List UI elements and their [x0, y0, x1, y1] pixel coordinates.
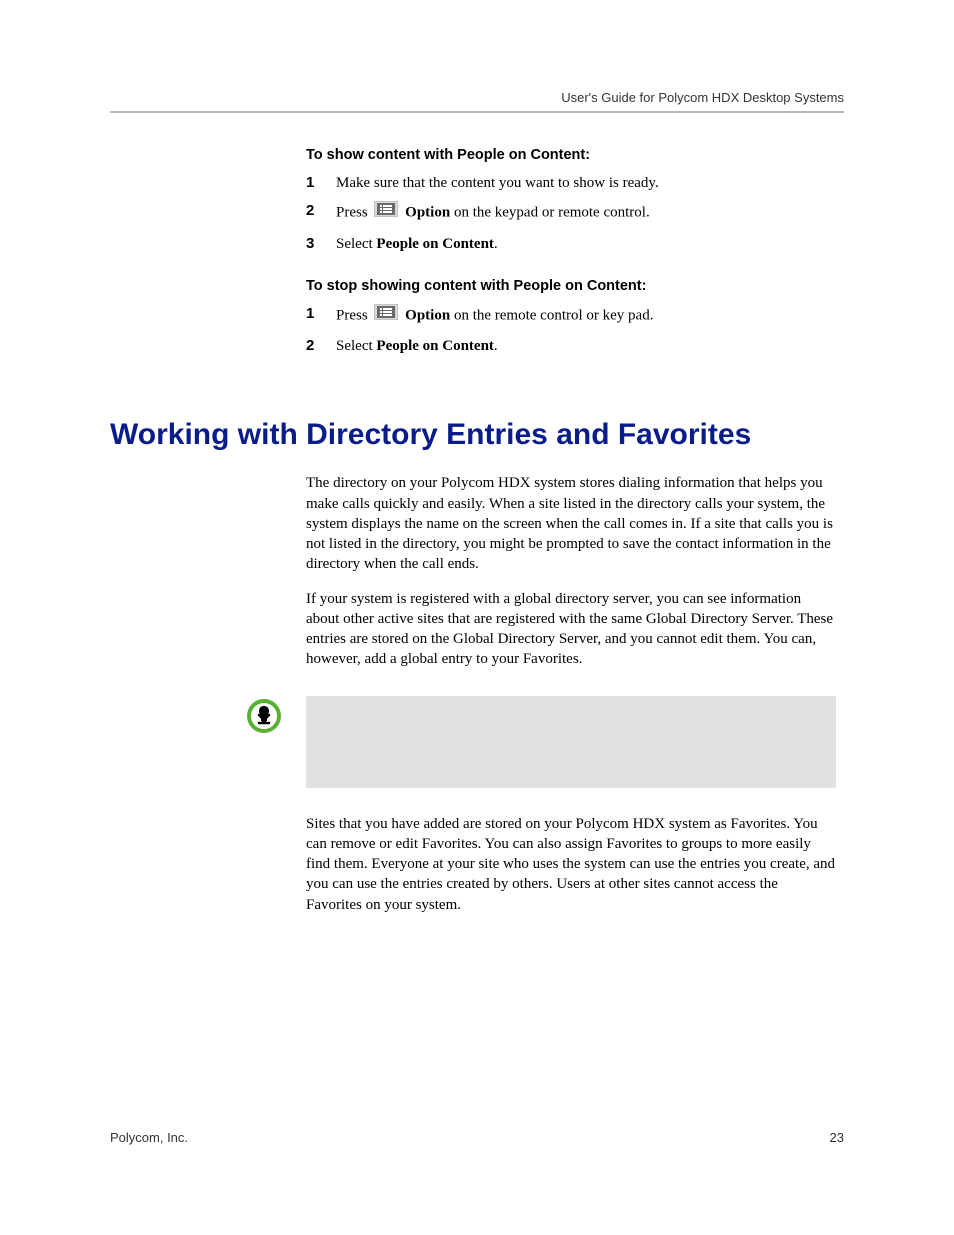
step-number: 1: [306, 173, 336, 193]
step: 1 Make sure that the content you want to…: [306, 173, 836, 193]
step-text: Press Option on the remote control or ke…: [336, 304, 836, 328]
step: 1 Press Option on the remote control or …: [306, 304, 836, 328]
procedure-title-2: To stop showing content with People on C…: [306, 278, 836, 294]
step: 3 Select People on Content.: [306, 234, 836, 254]
step-number: 2: [306, 201, 336, 225]
step-number: 2: [306, 336, 336, 356]
footer-company: Polycom, Inc.: [110, 1130, 188, 1145]
note-icon-cell: [246, 696, 306, 788]
steps-list-1: 1 Make sure that the content you want to…: [306, 173, 836, 254]
step-text: Press Option on the keypad or remote con…: [336, 201, 836, 225]
step-text: Select People on Content.: [336, 234, 836, 254]
step-text: Select People on Content.: [336, 336, 836, 356]
procedure-title-1: To show content with People on Content:: [306, 147, 836, 163]
doc-title: User's Guide for Polycom HDX Desktop Sys…: [561, 90, 844, 105]
document-page: User's Guide for Polycom HDX Desktop Sys…: [0, 0, 954, 1235]
page-footer: Polycom, Inc. 23: [110, 1130, 844, 1145]
option-icon: [374, 304, 398, 326]
step-text: Make sure that the content you want to s…: [336, 173, 836, 193]
main-content-2: The directory on your Polycom HDX system…: [306, 473, 836, 915]
section-heading: Working with Directory Entries and Favor…: [110, 418, 844, 451]
main-content: To show content with People on Content: …: [306, 147, 836, 356]
page-header: User's Guide for Polycom HDX Desktop Sys…: [110, 90, 844, 113]
tip-icon: [246, 721, 282, 738]
paragraph: Sites that you have added are stored on …: [306, 814, 836, 915]
option-icon: [374, 201, 398, 223]
note-content-box: [306, 696, 836, 788]
paragraph: The directory on your Polycom HDX system…: [306, 473, 836, 574]
step-number: 1: [306, 304, 336, 328]
paragraph: If your system is registered with a glob…: [306, 589, 836, 670]
step: 2 Select People on Content.: [306, 336, 836, 356]
page-number: 23: [830, 1130, 844, 1145]
note-block: [246, 696, 836, 788]
steps-list-2: 1 Press Option on the remote control or …: [306, 304, 836, 357]
step: 2 Press Option on the keypad or remote c…: [306, 201, 836, 225]
step-number: 3: [306, 234, 336, 254]
